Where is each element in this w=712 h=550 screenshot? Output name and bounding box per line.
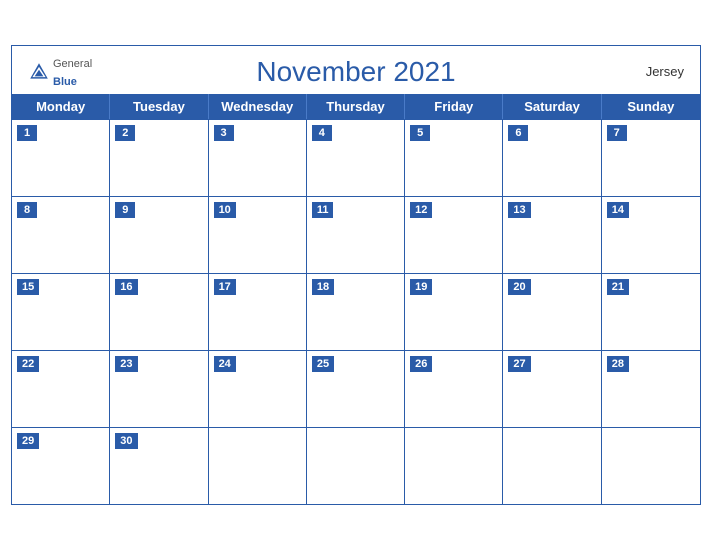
day-23: 23 <box>110 351 208 427</box>
header-tuesday: Tuesday <box>110 94 208 119</box>
day-29: 29 <box>12 428 110 504</box>
day-27: 27 <box>503 351 601 427</box>
day-12: 12 <box>405 197 503 273</box>
day-16: 16 <box>110 274 208 350</box>
logo: General Blue <box>28 54 92 90</box>
month-title: November 2021 <box>28 56 684 88</box>
logo-icon <box>28 61 50 83</box>
day-empty-3 <box>405 428 503 504</box>
day-15: 15 <box>12 274 110 350</box>
week-row-1: 1 2 3 4 5 6 7 <box>12 120 700 197</box>
day-26: 26 <box>405 351 503 427</box>
calendar-grid: 1 2 3 4 5 6 7 8 9 10 11 12 13 14 15 16 1… <box>12 119 700 504</box>
week-row-2: 8 9 10 11 12 13 14 <box>12 197 700 274</box>
calendar: General Blue November 2021 Jersey Monday… <box>11 45 701 505</box>
header-saturday: Saturday <box>503 94 601 119</box>
day-25: 25 <box>307 351 405 427</box>
day-18: 18 <box>307 274 405 350</box>
header-monday: Monday <box>12 94 110 119</box>
header-sunday: Sunday <box>602 94 700 119</box>
day-empty-1 <box>209 428 307 504</box>
header-thursday: Thursday <box>307 94 405 119</box>
header-friday: Friday <box>405 94 503 119</box>
region-label: Jersey <box>646 64 684 79</box>
day-30: 30 <box>110 428 208 504</box>
day-2: 2 <box>110 120 208 196</box>
day-7: 7 <box>602 120 700 196</box>
day-11: 11 <box>307 197 405 273</box>
day-4: 4 <box>307 120 405 196</box>
header-wednesday: Wednesday <box>209 94 307 119</box>
week-row-4: 22 23 24 25 26 27 28 <box>12 351 700 428</box>
day-1: 1 <box>12 120 110 196</box>
day-21: 21 <box>602 274 700 350</box>
day-22: 22 <box>12 351 110 427</box>
week-row-5: 29 30 <box>12 428 700 504</box>
day-3: 3 <box>209 120 307 196</box>
day-13: 13 <box>503 197 601 273</box>
day-24: 24 <box>209 351 307 427</box>
day-17: 17 <box>209 274 307 350</box>
calendar-header: General Blue November 2021 Jersey <box>12 46 700 94</box>
day-28: 28 <box>602 351 700 427</box>
day-headers: Monday Tuesday Wednesday Thursday Friday… <box>12 94 700 119</box>
day-19: 19 <box>405 274 503 350</box>
logo-text: General Blue <box>53 54 92 90</box>
day-5: 5 <box>405 120 503 196</box>
day-14: 14 <box>602 197 700 273</box>
day-9: 9 <box>110 197 208 273</box>
day-empty-2 <box>307 428 405 504</box>
day-6: 6 <box>503 120 601 196</box>
day-empty-4 <box>503 428 601 504</box>
day-10: 10 <box>209 197 307 273</box>
day-empty-5 <box>602 428 700 504</box>
day-8: 8 <box>12 197 110 273</box>
day-20: 20 <box>503 274 601 350</box>
week-row-3: 15 16 17 18 19 20 21 <box>12 274 700 351</box>
